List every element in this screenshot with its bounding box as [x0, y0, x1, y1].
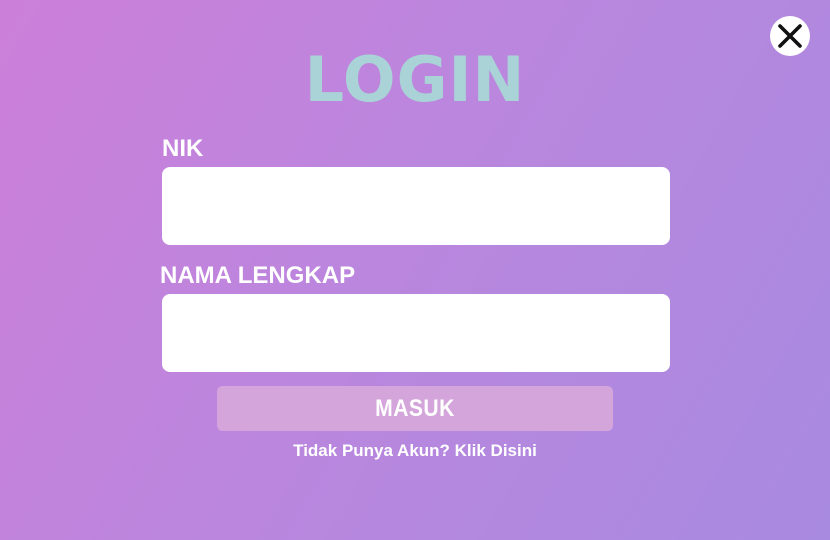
- nik-label: NIK: [162, 135, 204, 162]
- nama-lengkap-label: NAMA LENGKAP: [160, 262, 356, 289]
- masuk-button[interactable]: MASUK: [217, 386, 613, 431]
- register-link[interactable]: Tidak Punya Akun? Klik Disini: [0, 441, 830, 461]
- nama-lengkap-input[interactable]: [162, 294, 670, 372]
- nik-input[interactable]: [162, 167, 670, 245]
- masuk-button-label: MASUK: [375, 394, 455, 422]
- page-title: LOGIN: [304, 43, 526, 116]
